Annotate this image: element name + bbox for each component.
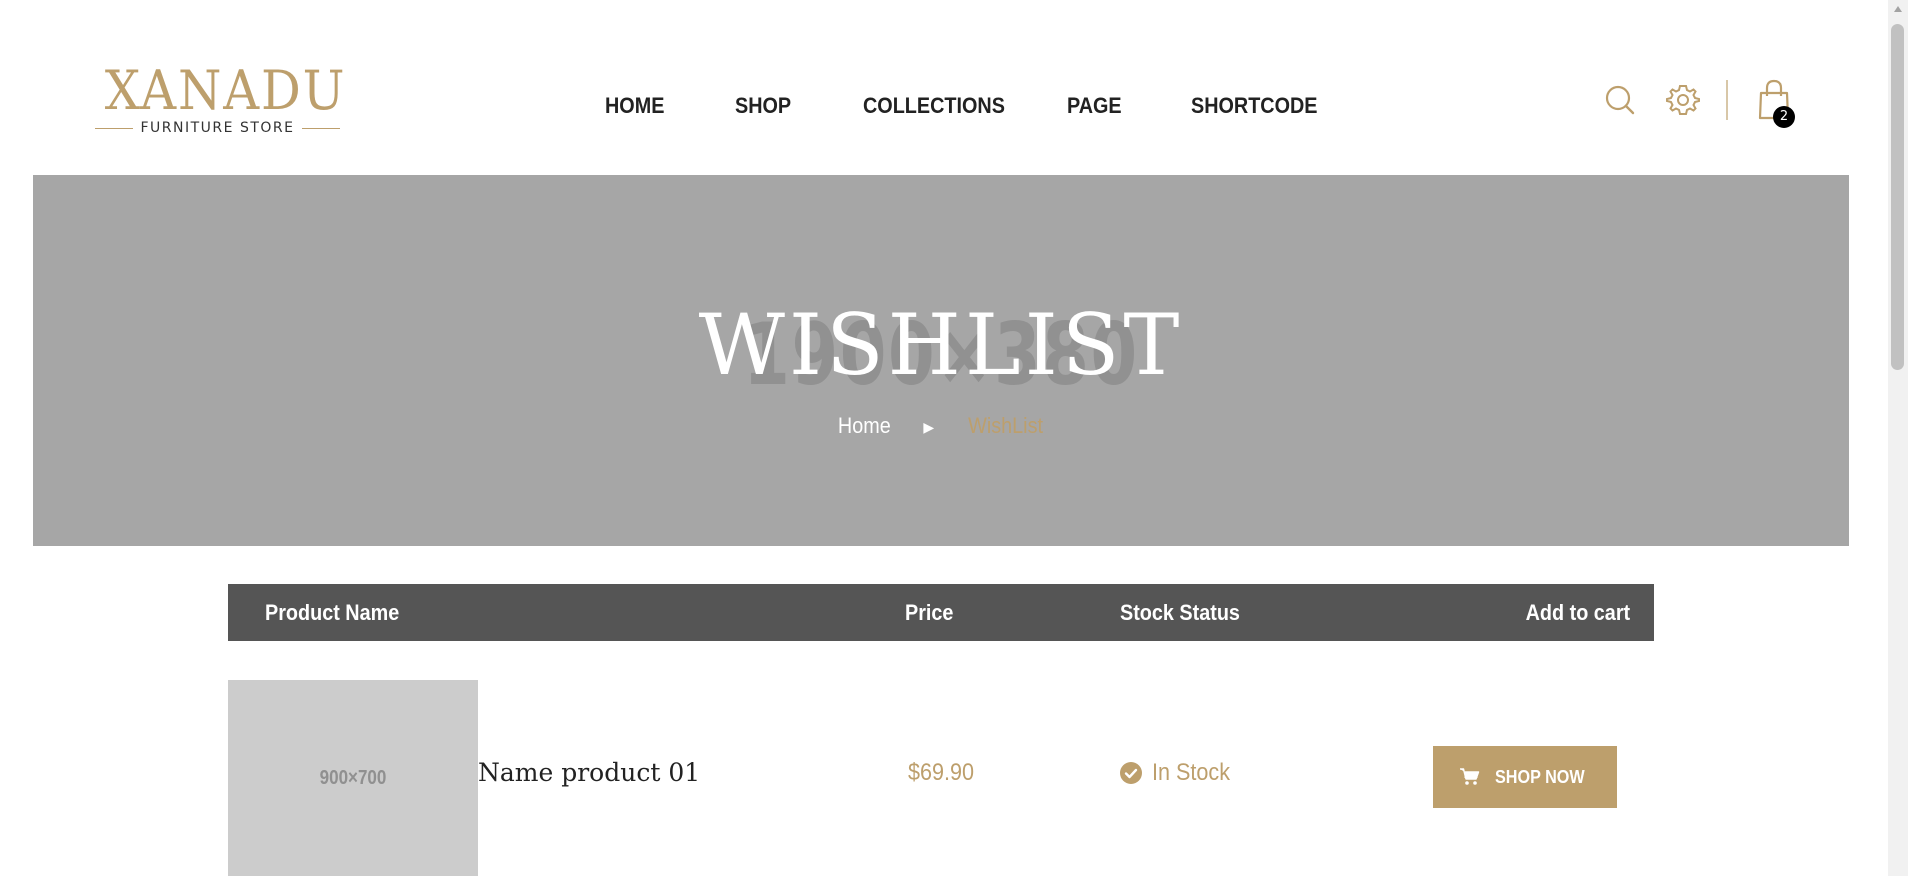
page-banner: 1900×380 WISHLIST Home ▶ WishList [33,175,1849,546]
nav-item-home[interactable]: HOME [605,90,664,122]
nav-item-shortcode[interactable]: SHORTCODE [1191,90,1318,122]
table-row: 900×700 Name product 01 $69.90 In Stock … [228,680,1654,876]
page-scrollbar[interactable] [1888,0,1908,876]
page-title: WISHLIST [698,296,1184,394]
nav-item-shop[interactable]: SHOP [735,90,791,122]
shop-now-button[interactable]: SHOP NOW [1433,746,1617,808]
logo-wordmark: XANADU [104,59,347,122]
page: XANADU FURNITURE STORE HOME SHOP COLLECT… [0,0,1888,876]
search-icon[interactable] [1600,80,1640,120]
header-divider [1726,80,1728,120]
nav-item-collections[interactable]: COLLECTIONS [863,90,1005,122]
site-logo[interactable]: XANADU FURNITURE STORE [95,59,347,140]
shop-now-label: SHOP NOW [1495,766,1585,787]
logo-rule-right [302,128,340,129]
check-circle-icon [1120,762,1142,784]
breadcrumb: Home ▶ WishList [33,411,1849,442]
breadcrumb-home-link[interactable]: Home [838,411,891,441]
header-actions: 2 [1600,79,1800,128]
nav-item-page[interactable]: PAGE [1067,90,1122,122]
column-header-add-to-cart: Add to cart [1525,600,1630,625]
breadcrumb-current: WishList [968,413,1044,438]
logo-tagline-wrap: FURNITURE STORE [95,118,340,138]
stock-status-text: In Stock [1152,759,1231,786]
column-header-product-name: Product Name [265,600,400,625]
product-name-link[interactable]: Name product 01 [478,758,700,788]
column-header-price: Price [905,600,954,625]
logo-tagline: FURNITURE STORE [140,120,295,136]
cart-count-badge: 2 [1773,106,1795,128]
cart-icon [1460,768,1480,786]
logo-rule-left [95,128,133,129]
product-price: $69.90 [908,759,975,786]
thumbnail-placeholder-text: 900×700 [319,767,387,789]
scroll-up-arrow-icon[interactable] [1888,0,1908,18]
stock-status: In Stock [1120,758,1239,788]
gear-icon[interactable] [1663,80,1703,120]
wishlist-table-header: Product Name Price Stock Status Add to c… [228,584,1654,641]
scrollbar-thumb[interactable] [1891,24,1904,370]
product-thumbnail[interactable]: 900×700 [228,680,478,876]
column-header-stock-status: Stock Status [1120,600,1240,625]
caret-right-icon: ▶ [923,419,935,436]
